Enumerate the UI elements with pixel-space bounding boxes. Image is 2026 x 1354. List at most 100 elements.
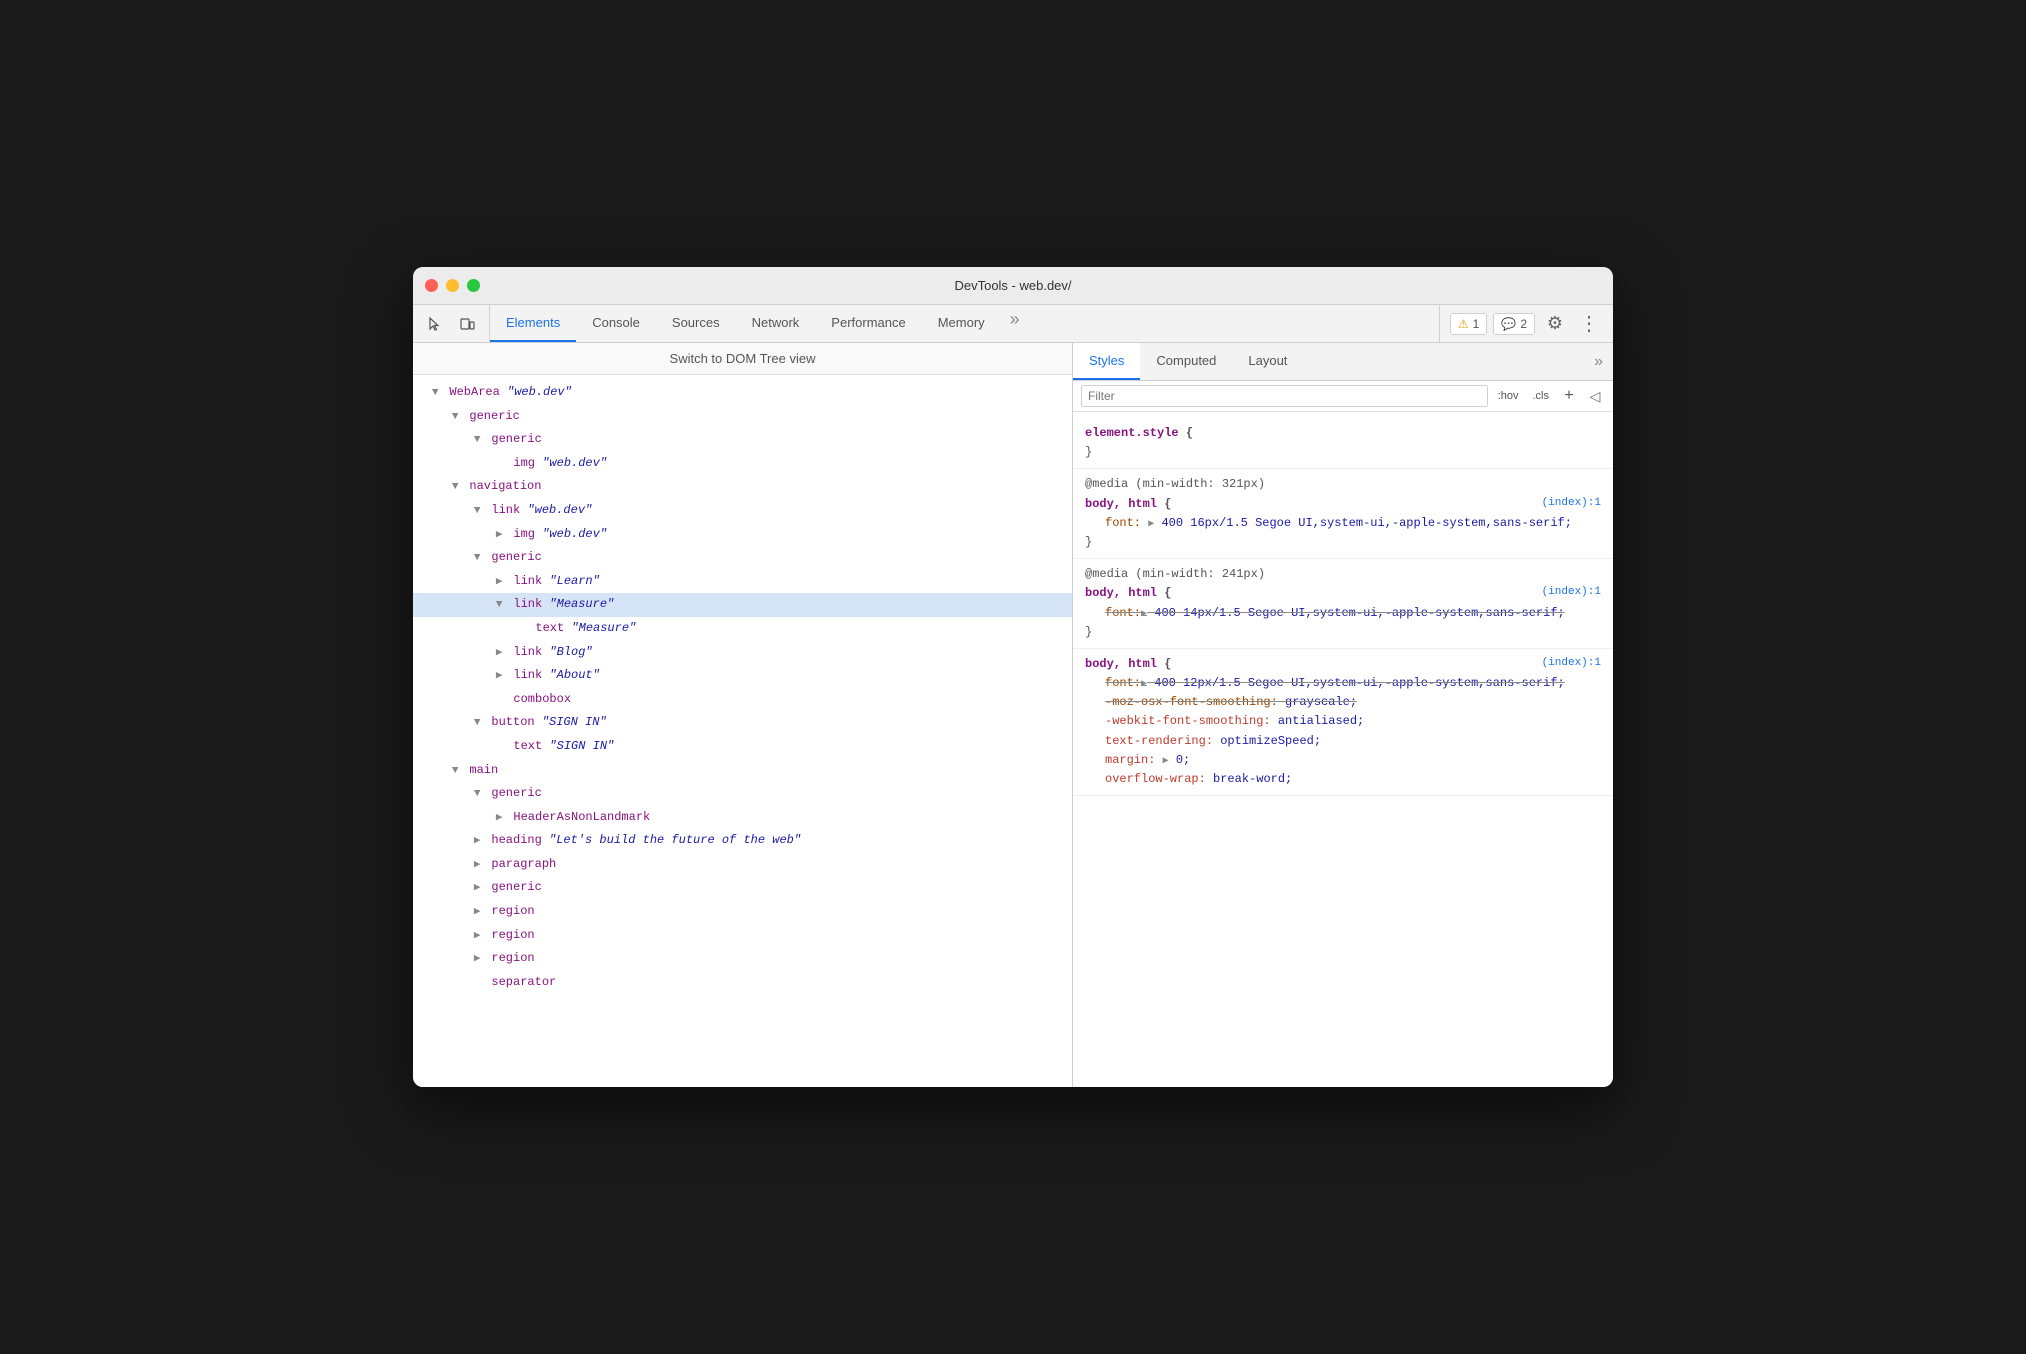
tree-row-region-2[interactable]: ▶ region <box>413 924 1072 948</box>
cursor-icon[interactable] <box>421 310 449 338</box>
node-label: region <box>491 951 534 965</box>
tab-styles[interactable]: Styles <box>1073 343 1140 380</box>
tree-row-separator[interactable]: ▶ separator <box>413 971 1072 995</box>
collapse-icon[interactable]: ◁ <box>1585 386 1605 406</box>
tree-row-link-learn[interactable]: ▶ link "Learn" <box>413 570 1072 594</box>
expand-arrow[interactable]: ▶ <box>492 692 506 710</box>
tab-sources[interactable]: Sources <box>656 305 736 342</box>
expand-arrow[interactable]: ▶ <box>470 951 484 969</box>
tree-row-region-3[interactable]: ▶ region <box>413 947 1072 971</box>
css-source[interactable]: (index):1 <box>1542 495 1601 513</box>
tree-row-heading[interactable]: ▶ heading "Let's build the future of the… <box>413 829 1072 853</box>
expand-arrow[interactable]: ▶ <box>470 928 484 946</box>
tree-row-link-webdev[interactable]: ▼ link "web.dev" <box>413 499 1072 523</box>
expand-arrow[interactable]: ▼ <box>448 479 462 497</box>
tree-row-webarea[interactable]: ▼ WebArea "web.dev" <box>413 381 1072 405</box>
expand-arrow[interactable]: ▼ <box>428 385 442 403</box>
tree-row-text-measure[interactable]: ▶ text "Measure" <box>413 617 1072 641</box>
tree-row-generic-1[interactable]: ▼ generic <box>413 405 1072 429</box>
expand-arrow[interactable]: ▼ <box>470 715 484 733</box>
tab-performance[interactable]: Performance <box>815 305 921 342</box>
expand-arrow[interactable]: ▶ <box>470 833 484 851</box>
expand-arrow[interactable]: ▼ <box>448 763 462 781</box>
more-tabs-icon[interactable]: » <box>1001 305 1029 333</box>
info-badge[interactable]: 💬 2 <box>1493 313 1535 335</box>
node-name: "web.dev" <box>542 527 607 541</box>
expand-arrow[interactable]: ▼ <box>470 432 484 450</box>
expand-arrow[interactable]: ▶ <box>470 904 484 922</box>
cls-button[interactable]: .cls <box>1529 388 1554 404</box>
tree-row-generic-2[interactable]: ▼ generic <box>413 428 1072 452</box>
tree-row-img-webdev[interactable]: ▶ img "web.dev" <box>413 523 1072 547</box>
css-brace: } <box>1085 445 1092 459</box>
node-name: "SIGN IN" <box>549 739 614 753</box>
tab-layout[interactable]: Layout <box>1232 343 1303 380</box>
css-property-overflow-wrap: overflow-wrap: break-word; <box>1085 770 1601 789</box>
expand-arrow[interactable]: ▶ <box>470 880 484 898</box>
css-source-body[interactable]: (index):1 <box>1542 655 1601 673</box>
expand-arrow[interactable]: ▶ <box>492 456 506 474</box>
css-source-241[interactable]: (index):1 <box>1542 584 1601 602</box>
dom-tree[interactable]: ▼ WebArea "web.dev" ▼ generic ▼ generic <box>413 375 1072 1087</box>
expand-arrow[interactable]: ▼ <box>492 597 506 615</box>
tab-console[interactable]: Console <box>576 305 656 342</box>
node-name: "Measure" <box>549 597 614 611</box>
node-label: img <box>513 527 542 541</box>
device-toolbar-icon[interactable] <box>453 310 481 338</box>
tree-row-region-1[interactable]: ▶ region <box>413 900 1072 924</box>
tree-row-navigation[interactable]: ▼ navigation <box>413 475 1072 499</box>
tree-row-button-signin[interactable]: ▼ button "SIGN IN" <box>413 711 1072 735</box>
node-label: combobox <box>513 692 571 706</box>
warning-badge[interactable]: ⚠ 1 <box>1450 313 1487 335</box>
expand-arrow[interactable]: ▼ <box>470 786 484 804</box>
expand-arrow[interactable]: ▼ <box>470 550 484 568</box>
tree-row-text-signin[interactable]: ▶ text "SIGN IN" <box>413 735 1072 759</box>
node-name: "Blog" <box>549 645 592 659</box>
expand-arrow[interactable]: ▶ <box>492 810 506 828</box>
expand-arrow[interactable]: ▶ <box>492 668 506 686</box>
kebab-menu-icon[interactable]: ⋮ <box>1575 310 1603 338</box>
media-query-241: @media (min-width: 241px) <box>1085 567 1265 581</box>
expand-arrow[interactable]: ▼ <box>448 409 462 427</box>
tree-row-img[interactable]: ▶ img "web.dev" <box>413 452 1072 476</box>
tab-computed[interactable]: Computed <box>1140 343 1232 380</box>
tree-row-link-about[interactable]: ▶ link "About" <box>413 664 1072 688</box>
tree-row-generic-main[interactable]: ▼ generic <box>413 782 1072 806</box>
expand-arrow[interactable]: ▶ <box>492 645 506 663</box>
expand-arrow[interactable]: ▶ <box>514 621 528 639</box>
node-label: generic <box>491 786 541 800</box>
toolbar-right: ⚠ 1 💬 2 ⚙ ⋮ <box>1439 305 1613 342</box>
tree-row-link-blog[interactable]: ▶ link "Blog" <box>413 641 1072 665</box>
css-brace-241: } <box>1085 625 1092 639</box>
close-button[interactable] <box>425 279 438 292</box>
add-style-icon[interactable]: + <box>1559 386 1579 406</box>
tree-row-header[interactable]: ▶ HeaderAsNonLandmark <box>413 806 1072 830</box>
tab-network[interactable]: Network <box>736 305 816 342</box>
dom-panel-header[interactable]: Switch to DOM Tree view <box>413 343 1072 375</box>
tab-memory[interactable]: Memory <box>922 305 1001 342</box>
hov-button[interactable]: :hov <box>1494 388 1523 404</box>
tree-row-link-measure[interactable]: ▼ link "Measure" <box>413 593 1072 617</box>
expand-arrow[interactable]: ▶ <box>470 857 484 875</box>
expand-arrow[interactable]: ▶ <box>470 975 484 993</box>
css-selector-241: body, html { <box>1085 586 1171 600</box>
tree-row-main[interactable]: ▼ main <box>413 759 1072 783</box>
expand-arrow[interactable]: ▶ <box>492 527 506 545</box>
tree-row-paragraph[interactable]: ▶ paragraph <box>413 853 1072 877</box>
expand-arrow[interactable]: ▶ <box>492 739 506 757</box>
tree-row-generic-main2[interactable]: ▶ generic <box>413 876 1072 900</box>
node-name: "SIGN IN" <box>542 715 607 729</box>
maximize-button[interactable] <box>467 279 480 292</box>
tree-row-generic-nav[interactable]: ▼ generic <box>413 546 1072 570</box>
tab-elements[interactable]: Elements <box>490 305 576 342</box>
expand-arrow[interactable]: ▼ <box>470 503 484 521</box>
styles-filter-input[interactable] <box>1081 385 1488 407</box>
minimize-button[interactable] <box>446 279 459 292</box>
tree-row-combobox[interactable]: ▶ combobox <box>413 688 1072 712</box>
node-label: link <box>513 574 549 588</box>
settings-icon[interactable]: ⚙ <box>1541 310 1569 338</box>
css-rule-body-html: body, html { (index):1 font:▶ 400 12px/1… <box>1073 649 1613 796</box>
more-tabs-icon[interactable]: » <box>1584 343 1613 380</box>
expand-arrow[interactable]: ▶ <box>492 574 506 592</box>
info-icon: 💬 <box>1501 317 1516 331</box>
